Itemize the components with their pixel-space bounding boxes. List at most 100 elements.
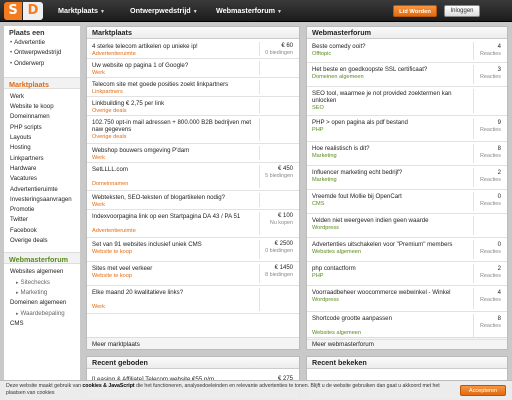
forum-topic-row[interactable]: SEO tool, waarmee je not provided zoekte… xyxy=(307,87,507,116)
forum-topic-row[interactable]: Influencer marketing echt bedrijf? Market… xyxy=(307,166,507,190)
market-listing-row[interactable]: 4 sterke telecom artikelen op unieke ip!… xyxy=(87,40,299,59)
sidebar-item-marktplaats-3[interactable]: PHP scripts xyxy=(4,123,80,133)
market-listing-title[interactable]: Webshop bouwers omgeving P'dam xyxy=(92,147,252,154)
nav-webmasterforum[interactable]: Webmasterforum ▼ xyxy=(216,5,282,18)
nav-ontwerpwedstrijd[interactable]: Ontwerpwedstrijd ▼ xyxy=(130,5,198,18)
market-listing-category[interactable]: Website te koop xyxy=(92,249,132,256)
sidebar-item-plaats-1[interactable]: Ontwerpwedstrijd xyxy=(4,48,80,58)
forum-topic-category[interactable]: Marketing xyxy=(312,153,337,160)
forum-topic-category[interactable]: CMS xyxy=(312,201,324,208)
join-button[interactable]: Lid Worden xyxy=(393,5,437,17)
sidebar-item-forum-0[interactable]: Websites algemeen xyxy=(4,267,80,277)
market-listing-category[interactable]: Werk xyxy=(92,155,105,162)
market-listing-title[interactable]: Sites met veel verkeer xyxy=(92,265,252,272)
sidebar-item-marktplaats-6[interactable]: Linkpartners xyxy=(4,154,80,164)
forum-topic-title[interactable]: PHP > open pagina als pdf bestand xyxy=(312,119,470,126)
market-listing-category[interactable]: Werk xyxy=(92,202,105,209)
sidebar-item-marktplaats-2[interactable]: Domeinnamen xyxy=(4,112,80,122)
sidebar-item-marktplaats-5[interactable]: Hosting xyxy=(4,143,80,153)
sidebar-title-webmasterforum[interactable]: Webmasterforum xyxy=(4,252,80,265)
forum-topic-row[interactable]: Hoe realistisch is dit? Marketing 8 Reactie… xyxy=(307,142,507,166)
forum-topic-category[interactable]: SEO xyxy=(312,105,324,112)
forum-topic-title[interactable]: Voorraadbeheer woocommerce webwinkel - W… xyxy=(312,289,470,296)
sidebar-item-marktplaats-10[interactable]: Investeringsaanvragen xyxy=(4,195,80,205)
market-listing-category[interactable]: Werk xyxy=(92,70,105,77)
forum-topic-title[interactable]: Shortcode grootte aanpassen xyxy=(312,315,470,322)
forum-topic-title[interactable]: Vreemde fout Mollie bij OpenCart xyxy=(312,193,470,200)
forum-topic-row[interactable]: PHP > open pagina als pdf bestand PHP 9 Rea… xyxy=(307,116,507,142)
forum-topic-title[interactable]: php contactform xyxy=(312,265,470,272)
forum-topic-category[interactable]: PHP xyxy=(312,127,324,134)
forum-topic-category[interactable]: Websites algemeen xyxy=(312,249,361,256)
market-listing-category[interactable]: Website te koop xyxy=(92,273,132,280)
market-listing-category[interactable]: Advertentieruimte xyxy=(92,51,136,58)
sidebar-item-plaats-0[interactable]: Advertentie xyxy=(4,38,80,48)
sidebar-item-marktplaats-14[interactable]: Overige deals xyxy=(4,236,80,246)
market-listing-title[interactable]: SetLLLL.com xyxy=(92,166,252,173)
forum-topic-title[interactable]: Influencer marketing echt bedrijf? xyxy=(312,169,470,176)
sidebar-item-marktplaats-8[interactable]: Vacatures xyxy=(4,174,80,184)
forum-topic-row[interactable]: Shortcode grootte aanpassen Websites alge… xyxy=(307,312,507,340)
sidebar-title-marktplaats[interactable]: Marktplaats xyxy=(4,76,80,89)
forum-topic-title[interactable]: Velden niet weergeven indien geen waarde xyxy=(312,217,470,224)
forum-topic-row[interactable]: Advertenties uitschakelen voor "Premium"… xyxy=(307,238,507,262)
forum-topic-category[interactable]: Marketing xyxy=(312,177,337,184)
sidebar-item-marktplaats-13[interactable]: Facebook xyxy=(4,226,80,236)
forum-topic-row[interactable]: php contactform PHP 2 Reacties xyxy=(307,262,507,286)
forum-topic-title[interactable]: SEO tool, waarmee je not provided zoekte… xyxy=(312,90,470,104)
market-listing-title[interactable]: Webteksten, SEO-teksten of blogartikelen… xyxy=(92,194,252,201)
forum-topic-row[interactable]: Vreemde fout Mollie bij OpenCart CMS 0 Reac… xyxy=(307,190,507,214)
forum-topic-row[interactable]: Beste comedy ooit? Offtopic 4 Reacties xyxy=(307,40,507,63)
market-listing-title[interactable]: Elke maand 20 kwalitatieve links? xyxy=(92,289,252,296)
market-listing-title[interactable]: Set van 91 websites inclusief uniek CMS xyxy=(92,241,252,248)
sidebar-item-forum-2[interactable]: Marketing xyxy=(4,288,80,298)
market-listing-title[interactable]: Telecom site met goede posities zoekt li… xyxy=(92,81,252,88)
market-listing-category[interactable]: Overige deals xyxy=(92,108,127,115)
forum-topic-title[interactable]: Hoe realistisch is dit? xyxy=(312,145,470,152)
market-listing-category[interactable]: Overige deals xyxy=(92,134,127,141)
forum-topic-category[interactable]: Wordpress xyxy=(312,225,339,232)
sidebar-item-forum-1[interactable]: Sitechecks xyxy=(4,278,80,288)
sidebar-item-marktplaats-4[interactable]: Layouts xyxy=(4,133,80,143)
market-listing-row[interactable]: Webteksten, SEO-teksten of blogartikelen… xyxy=(87,191,299,210)
forum-topic-category[interactable]: Offtopic xyxy=(312,51,331,58)
market-listing-row[interactable]: Telecom site met goede posities zoekt li… xyxy=(87,78,299,97)
sidebar-item-forum-5[interactable]: CMS xyxy=(4,319,80,329)
sidebar-item-plaats-2[interactable]: Onderwerp xyxy=(4,59,80,69)
sidebar-item-forum-3[interactable]: Domeinen algemeen xyxy=(4,298,80,308)
market-listing-row[interactable]: Set van 91 websites inclusief uniek CMS W… xyxy=(87,238,299,262)
sidebar-item-marktplaats-9[interactable]: Advertentieruimte xyxy=(4,185,80,195)
market-listing-row[interactable]: Webshop bouwers omgeving P'dam Werk xyxy=(87,144,299,163)
market-listing-category[interactable]: Linkpartners xyxy=(92,89,123,96)
forum-topic-title[interactable]: Het beste en goedkoopste SSL certificaat… xyxy=(312,66,470,73)
market-listing-title[interactable]: 102.750 opt-in mail adressen + 800.000 B… xyxy=(92,119,252,133)
market-listing-row[interactable]: SetLLLL.com Domeinnamen € 450 5 biedingen xyxy=(87,163,299,191)
market-listing-category[interactable]: Werk xyxy=(92,304,105,311)
forum-topic-row[interactable]: Velden niet weergeven indien geen waarde… xyxy=(307,214,507,238)
forum-topic-title[interactable]: Beste comedy ooit? xyxy=(312,43,470,50)
forum-topic-title[interactable]: Advertenties uitschakelen voor "Premium"… xyxy=(312,241,470,248)
market-listing-title[interactable]: 4 sterke telecom artikelen op unieke ip! xyxy=(92,43,252,50)
forum-topic-category[interactable]: Wordpress xyxy=(312,297,339,304)
market-listing-row[interactable]: 102.750 opt-in mail adressen + 800.000 B… xyxy=(87,116,299,144)
sidebar-item-marktplaats-7[interactable]: Hardware xyxy=(4,164,80,174)
forum-topic-category[interactable]: PHP xyxy=(312,273,324,280)
forum-topic-row[interactable]: Voorraadbeheer woocommerce webwinkel - W… xyxy=(307,286,507,312)
forum-topic-category[interactable]: Domeinen algemeen xyxy=(312,74,364,81)
sidebar-item-marktplaats-12[interactable]: Twitter xyxy=(4,215,80,225)
nav-marktplaats[interactable]: Marktplaats ▼ xyxy=(58,5,105,18)
market-listing-title[interactable]: Linkbuilding € 2,75 per link xyxy=(92,100,252,107)
market-listing-row[interactable]: Linkbuilding € 2,75 per link Overige deal… xyxy=(87,97,299,116)
accept-cookies-button[interactable]: Accepteren xyxy=(460,385,506,396)
sidebar-item-marktplaats-11[interactable]: Promotie xyxy=(4,205,80,215)
sidebar-item-forum-4[interactable]: Waardebepaling xyxy=(4,309,80,319)
market-listing-category[interactable]: Domeinnamen xyxy=(92,181,128,188)
cookie-link[interactable]: cookies & JavaScript xyxy=(82,383,134,389)
login-button[interactable]: Inloggen xyxy=(444,5,480,17)
more-marktplaats-link[interactable]: Meer marktplaats xyxy=(87,337,299,349)
market-listing-title[interactable]: Uw website op pagina 1 of Google? xyxy=(92,62,252,69)
sidebar-item-marktplaats-1[interactable]: Website te koop xyxy=(4,102,80,112)
site-logo[interactable]: S D xyxy=(4,2,46,20)
market-listing-title[interactable]: Indexvoorpagina link op een Startpagina … xyxy=(92,213,252,220)
market-listing-row[interactable]: Sites met veel verkeer Website te koop € 1… xyxy=(87,262,299,286)
